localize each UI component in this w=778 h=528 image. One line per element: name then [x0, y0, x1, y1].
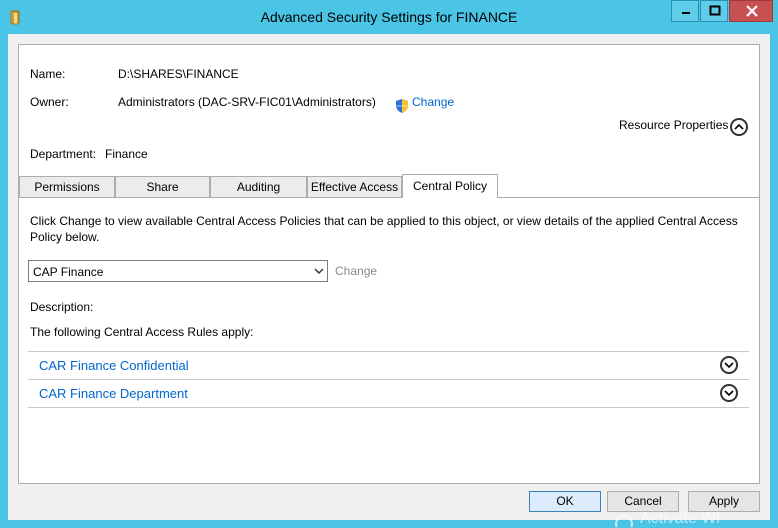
tab-permissions[interactable]: Permissions — [19, 176, 115, 197]
tab-strip: Permissions Share Auditing Effective Acc… — [19, 174, 759, 198]
dialog-body: Name: D:\SHARES\FINANCE Owner: Administr… — [8, 34, 770, 520]
tab-divider — [19, 197, 759, 198]
maximize-button[interactable] — [700, 0, 728, 22]
tab-auditing[interactable]: Auditing — [210, 176, 307, 197]
chevron-down-icon — [724, 390, 734, 397]
ok-button[interactable]: OK — [529, 491, 601, 512]
rule-expand-toggle[interactable] — [720, 384, 738, 402]
resource-properties-toggle[interactable] — [730, 118, 748, 136]
department-label: Department: — [30, 147, 97, 161]
maximize-icon — [709, 5, 721, 16]
chevron-down-icon — [314, 268, 324, 275]
activate-windows-watermark: Activate Wi — [640, 510, 721, 527]
apply-button[interactable]: Apply — [688, 491, 760, 512]
rule-row-confidential[interactable]: CAR Finance Confidential — [28, 352, 749, 378]
chevron-up-icon — [734, 123, 744, 130]
tab-central-policy[interactable]: Central Policy — [402, 174, 498, 198]
name-value: D:\SHARES\FINANCE — [118, 67, 239, 81]
uac-shield-icon — [396, 99, 408, 113]
minimize-icon — [682, 12, 690, 14]
policy-change-link[interactable]: Change — [335, 264, 377, 278]
rule-separator — [28, 407, 749, 408]
description-label: Description: — [30, 300, 94, 314]
window-title: Advanced Security Settings for FINANCE — [260, 9, 518, 25]
tab-share[interactable]: Share — [115, 176, 210, 197]
owner-label: Owner: — [30, 95, 69, 109]
rule-row-department[interactable]: CAR Finance Department — [28, 380, 749, 406]
rule-label[interactable]: CAR Finance Confidential — [39, 358, 189, 373]
department-value: Finance — [105, 147, 148, 161]
chevron-down-icon — [724, 362, 734, 369]
rule-expand-toggle[interactable] — [720, 356, 738, 374]
owner-value: Administrators (DAC-SRV-FIC01\Administra… — [118, 95, 376, 109]
main-panel: Name: D:\SHARES\FINANCE Owner: Administr… — [18, 44, 760, 484]
instructions-text: Click Change to view available Central A… — [30, 214, 738, 244]
resource-properties-label: Resource Properties — [619, 118, 729, 132]
title-bar: Advanced Security Settings for FINANCE — [0, 0, 778, 34]
close-button[interactable] — [729, 0, 773, 22]
close-icon — [746, 5, 758, 17]
name-label: Name: — [30, 67, 66, 81]
central-policy-selected: CAP Finance — [33, 265, 104, 279]
watermark-icon — [615, 515, 633, 527]
tab-effective-access[interactable]: Effective Access — [307, 176, 402, 197]
rules-heading: The following Central Access Rules apply… — [30, 325, 254, 339]
owner-change-link[interactable]: Change — [412, 95, 454, 109]
rule-label[interactable]: CAR Finance Department — [39, 386, 188, 401]
minimize-button[interactable] — [671, 0, 699, 22]
central-policy-dropdown[interactable]: CAP Finance — [28, 260, 328, 282]
cancel-button[interactable]: Cancel — [607, 491, 679, 512]
